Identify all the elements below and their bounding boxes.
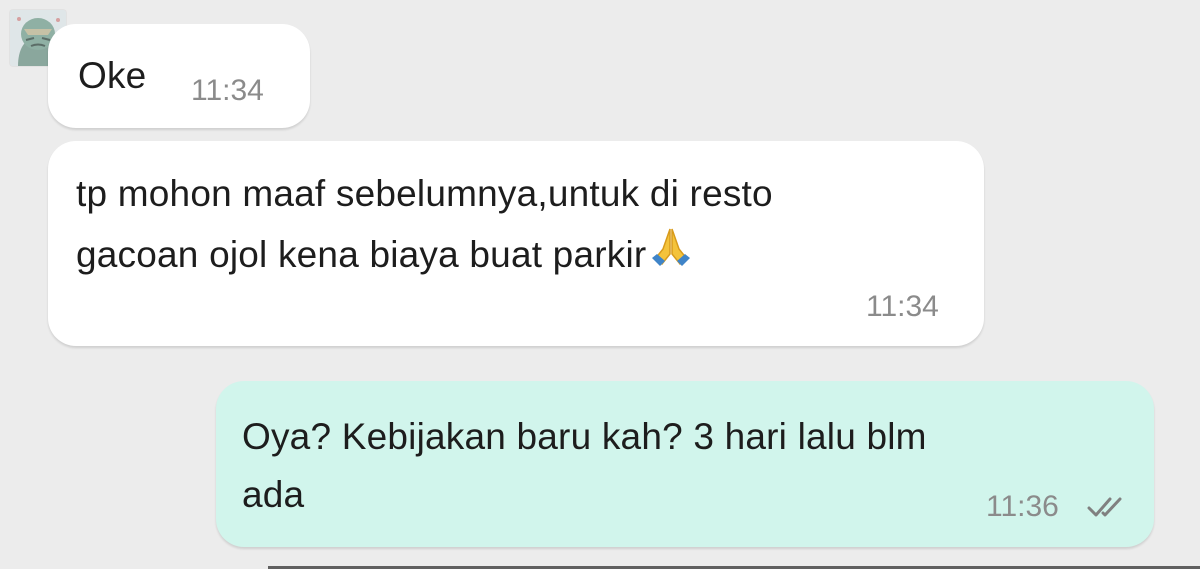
- incoming-message-bubble[interactable]: tp mohon maaf sebelumnya,untuk di resto …: [48, 141, 984, 346]
- message-timestamp: 11:34: [191, 74, 264, 107]
- chat-thread: Oke 11:34 tp mohon maaf sebelumnya,untuk…: [0, 0, 1200, 569]
- outgoing-message-bubble[interactable]: Oya? Kebijakan baru kah? 3 hari lalu blm…: [216, 381, 1154, 547]
- message-text: Oke: [78, 55, 147, 96]
- message-text-line-2-content: gacoan ojol kena biaya buat parkir: [76, 234, 647, 275]
- message-timestamp: 11:34: [866, 290, 939, 323]
- incoming-message-bubble[interactable]: Oke 11:34: [48, 24, 310, 128]
- message-timestamp: 11:36: [986, 490, 1059, 523]
- folded-hands-icon: [648, 225, 694, 287]
- message-text-line-1: Oya? Kebijakan baru kah? 3 hari lalu blm: [242, 416, 927, 457]
- message-text-line-2: ada: [242, 474, 305, 515]
- message-text-line-1: tp mohon maaf sebelumnya,untuk di resto: [76, 173, 773, 214]
- message-text-line-2: gacoan ojol kena biaya buat parkir: [76, 225, 694, 287]
- double-check-icon: [1087, 497, 1122, 517]
